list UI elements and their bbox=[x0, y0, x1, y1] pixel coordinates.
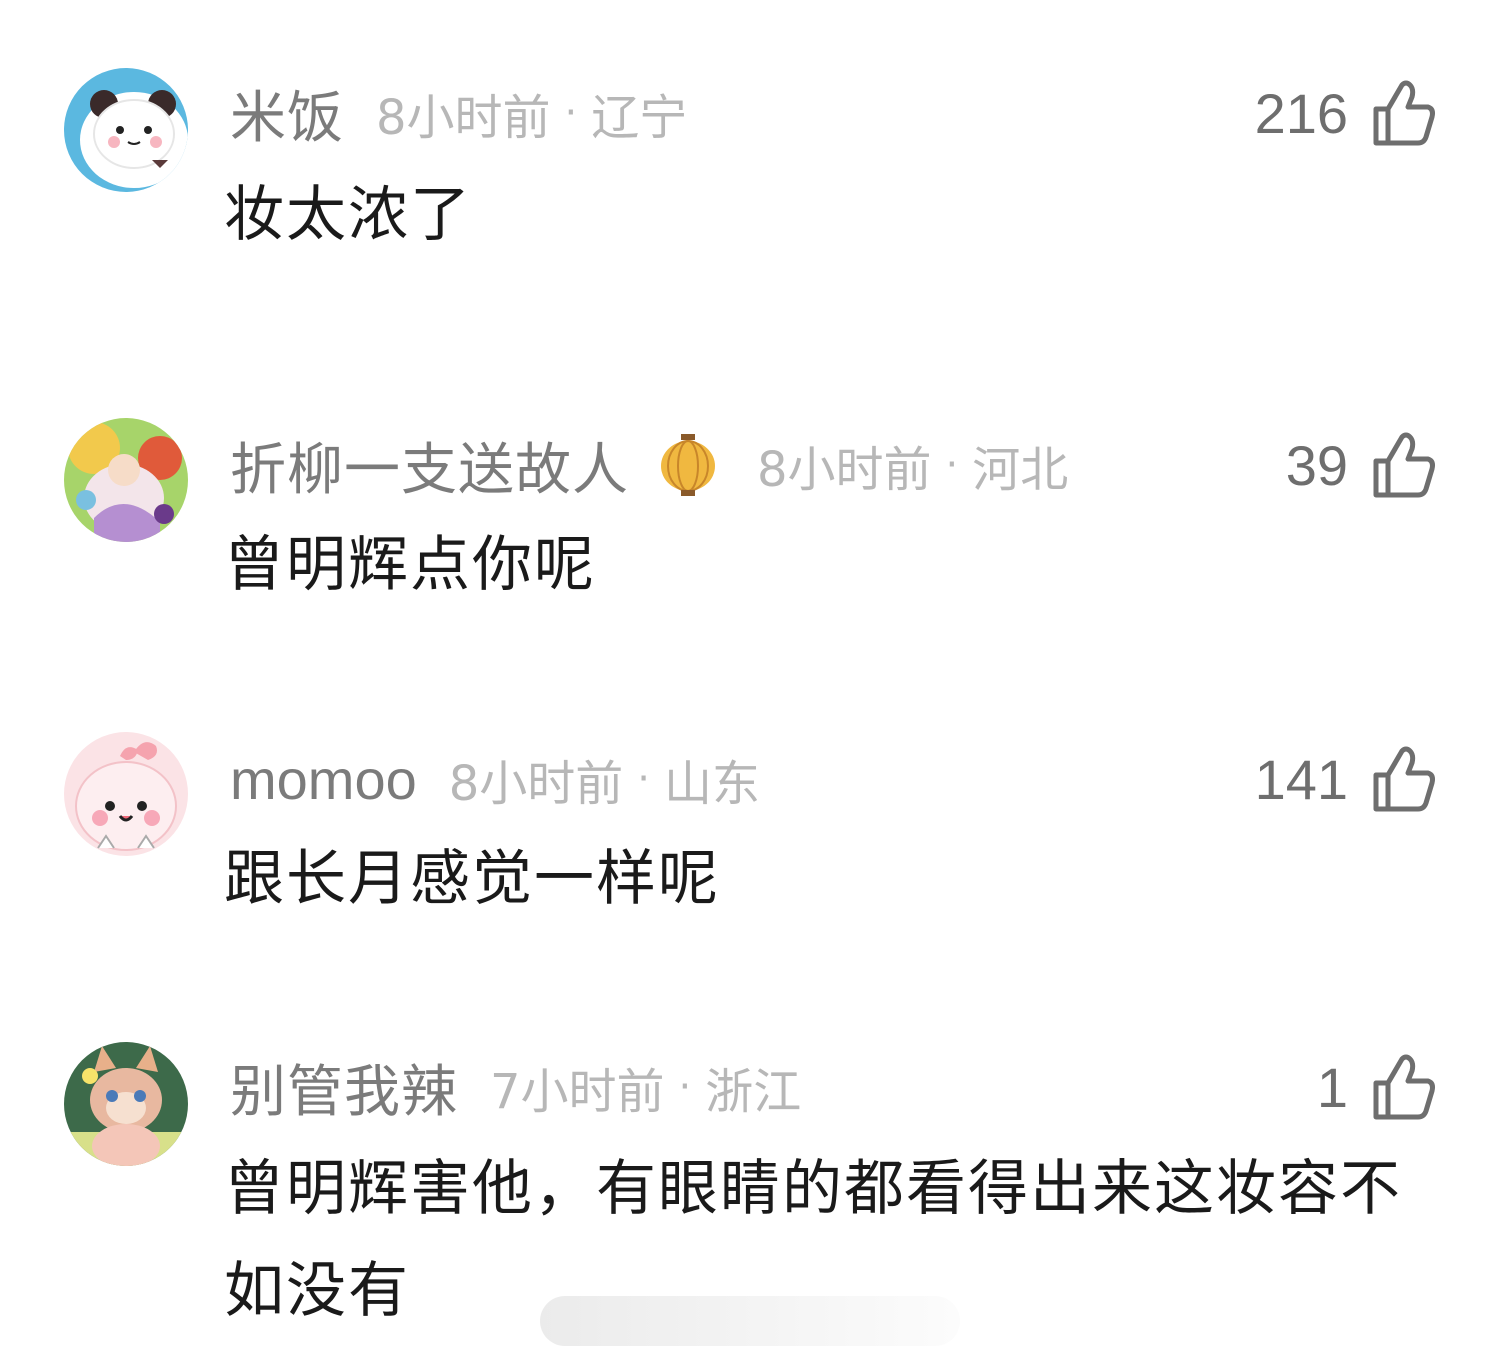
like-count: 1 bbox=[1316, 1055, 1348, 1119]
region-label: 山东 bbox=[664, 756, 761, 812]
like-button[interactable]: 39 bbox=[1286, 430, 1436, 500]
timestamp: 8小时前 bbox=[376, 90, 551, 146]
username[interactable]: 米饭 bbox=[230, 73, 344, 154]
thumbs-up-icon[interactable] bbox=[1372, 745, 1436, 813]
like-button[interactable]: 216 bbox=[1255, 78, 1436, 148]
region-label: 辽宁 bbox=[591, 90, 688, 146]
meta-separator: · bbox=[678, 1064, 692, 1110]
region-label: 浙江 bbox=[705, 1064, 802, 1120]
meta-separator: · bbox=[637, 756, 650, 802]
lantern-icon bbox=[659, 434, 717, 496]
like-count: 216 bbox=[1254, 81, 1348, 145]
like-button[interactable]: 141 bbox=[1255, 744, 1436, 814]
illustration-avatar-icon[interactable] bbox=[64, 418, 188, 542]
plush-fox-avatar-icon[interactable] bbox=[64, 1042, 188, 1166]
watermark bbox=[540, 1296, 960, 1346]
comment-text: 跟长月感觉一样呢 bbox=[224, 844, 720, 914]
like-button[interactable]: 1 bbox=[1317, 1052, 1436, 1122]
region-label: 河北 bbox=[972, 442, 1069, 498]
username[interactable]: momoo bbox=[230, 747, 417, 812]
comment-meta: 米饭 8小时前 · 辽宁 bbox=[230, 78, 688, 151]
thumbs-up-icon[interactable] bbox=[1372, 431, 1436, 499]
timestamp: 7小时前 bbox=[490, 1064, 665, 1120]
comment-meta: momoo 8小时前 · 山东 bbox=[230, 744, 760, 814]
thumbs-up-icon[interactable] bbox=[1372, 1053, 1436, 1121]
panda-avatar-icon[interactable] bbox=[64, 68, 188, 192]
username[interactable]: 折柳一支送故人 bbox=[230, 425, 629, 506]
timestamp: 8小时前 bbox=[448, 756, 624, 812]
pink-creature-avatar-icon[interactable] bbox=[64, 732, 188, 856]
like-count: 39 bbox=[1285, 433, 1348, 497]
username[interactable]: 别管我辣 bbox=[230, 1047, 458, 1128]
timestamp: 8小时前 bbox=[757, 442, 932, 498]
comment-text: 妆太浓了 bbox=[224, 180, 472, 250]
comment-meta: 别管我辣 7小时前 · 浙江 bbox=[230, 1052, 802, 1125]
meta-separator: · bbox=[945, 442, 959, 488]
comment-text: 曾明辉点你呢 bbox=[224, 530, 596, 600]
like-count: 141 bbox=[1254, 747, 1348, 811]
comment-meta: 折柳一支送故人 8小时前 · 河北 bbox=[230, 430, 1069, 503]
meta-separator: · bbox=[564, 90, 578, 136]
thumbs-up-icon[interactable] bbox=[1372, 79, 1436, 147]
